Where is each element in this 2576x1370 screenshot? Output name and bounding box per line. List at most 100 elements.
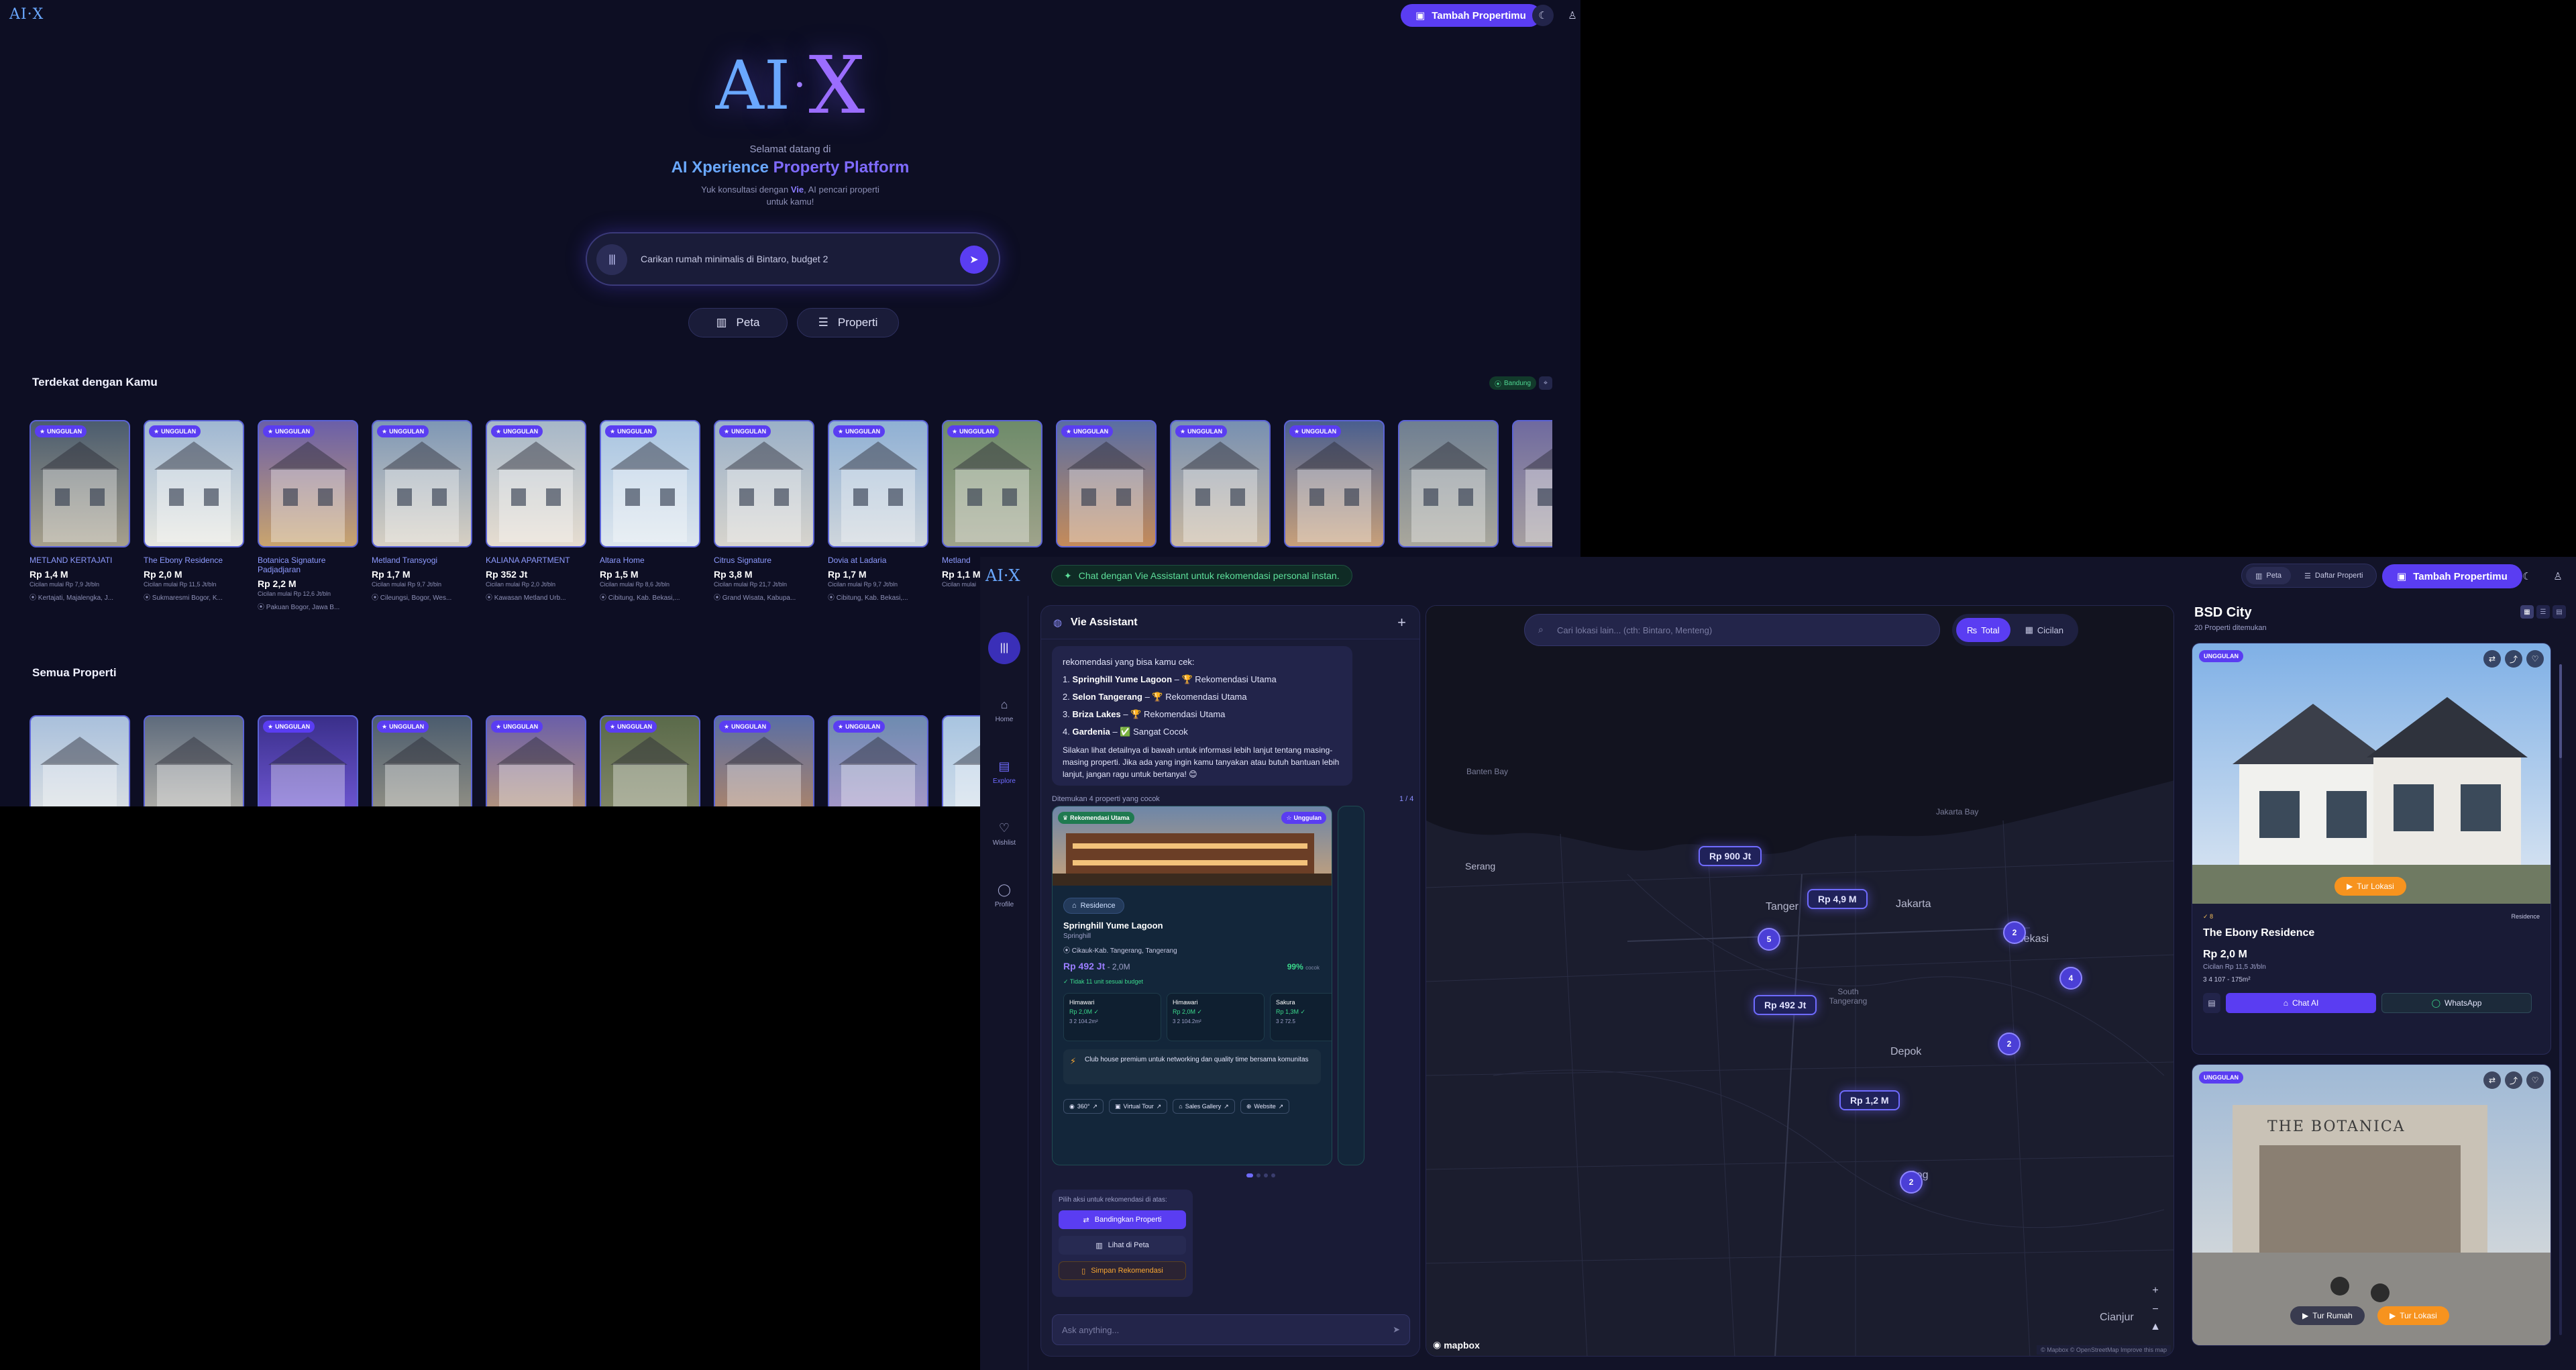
home-chat-input[interactable]: ||| Carikan rumah minimalis di Bintaro, … [586,232,1000,286]
zoom-in-icon[interactable]: + [2147,1282,2164,1300]
tour-360-button[interactable]: ◉ 360° ↗ [1063,1099,1104,1114]
property-card[interactable]: ★ UNGGULAN [600,715,700,806]
heart-icon[interactable]: ♡ [2526,650,2544,668]
property-button[interactable]: ☰ Properti [797,308,899,337]
compass-icon[interactable]: ▲ [2147,1318,2164,1336]
property-card[interactable]: ★ UNGGULAN [1284,420,1385,556]
property-card[interactable]: ★ UNGGULAN [486,715,586,806]
map-cluster[interactable]: 5 [1758,928,1780,951]
website-button[interactable]: ⊕ Website ↗ [1240,1099,1290,1114]
property-card[interactable]: ★ UNGGULAN KALIANA APARTMENT Rp 352 Jt Cicil… [486,420,586,602]
home-tour-button[interactable]: ▶ Tur Rumah [2290,1306,2365,1325]
result-card[interactable]: THE BOTANICA UNGGULAN ⇄ ⤴ ♡ ▶ Tur Rumah ▶ Tu… [2192,1064,2551,1346]
share-icon[interactable]: ⤴ [2505,650,2522,668]
property-card[interactable]: ★ UNGGULAN Citrus Signature Rp 3,8 M Cicilan… [714,420,814,602]
map-app-logo[interactable]: AI·X [985,566,1020,585]
property-card[interactable]: ★ UNGGULAN The Ebony Residence Rp 2,0 M Cici… [144,420,244,602]
new-chat-icon[interactable]: + [1397,614,1406,631]
map-add-property-button[interactable]: ▣ Tambah Propertimu [2382,564,2522,588]
price-pin[interactable]: Rp 4,9 M [1807,889,1868,909]
location-tour-button[interactable]: ▶ Tur Lokasi [2334,877,2406,896]
property-card[interactable]: ★ UNGGULAN Botanica Signature Padjadjaran R… [258,420,358,611]
external-link-icon: ↗ [1224,1102,1229,1110]
property-card[interactable] [1512,420,1552,556]
property-card[interactable]: ★ UNGGULAN [828,715,928,806]
user-icon: ◯ [997,883,1012,896]
map-search-input[interactable]: ⌕ Cari lokasi lain... (cth: Bintaro, Ment… [1524,614,1940,646]
zoom-out-icon[interactable]: − [2147,1301,2164,1318]
recommendation-card[interactable]: ♛ Rekomendasi Utama ☆ Unggulan ⌂ Residence … [1052,806,1332,1165]
map-cluster[interactable]: 4 [2059,967,2082,990]
virtual-tour-button[interactable]: ▣ Virtual Tour ↗ [1109,1099,1168,1114]
nav-profile[interactable]: ◯ Profile [980,883,1028,908]
grid-view-icon[interactable]: ▦ [2520,605,2534,619]
total-option[interactable]: ₨ Total [1956,618,2010,642]
unit-card[interactable]: Himawari Rp 2,0M ✓ 3 2 104.2m² [1063,993,1161,1041]
map-cluster[interactable]: 2 [1900,1171,1923,1194]
map-cluster[interactable]: 2 [2003,921,2026,944]
whatsapp-button[interactable]: ◯ WhatsApp [2381,993,2532,1013]
view-map-option[interactable]: ▥ Peta [2246,567,2292,584]
list-view-icon[interactable]: ☰ [2536,605,2550,619]
whatsapp-label: WhatsApp [2445,998,2482,1008]
add-property-button[interactable]: ▣ Tambah Propertimu [1401,4,1541,27]
property-card[interactable] [30,715,130,806]
view-list-option[interactable]: ☰ Daftar Properti [2295,567,2372,584]
nav-home[interactable]: ⌂ Home [980,698,1028,723]
heart-icon[interactable]: ♡ [2526,1071,2544,1089]
theme-toggle-icon[interactable]: ☾ [1532,5,1554,26]
property-card[interactable]: ★ UNGGULAN [258,715,358,806]
property-card[interactable]: ★ UNGGULAN Dovia at Ladaria Rp 1,7 M Cicilan… [828,420,928,602]
save-recommendation-button[interactable]: ▯ Simpan Rekomendasi [1059,1261,1186,1280]
installment-option[interactable]: ▦ Cicilan [2015,618,2074,642]
user-icon[interactable]: ♙ [2547,566,2569,587]
tile-view-icon[interactable]: ▤ [2553,605,2566,619]
assistant-hub-icon[interactable]: ||| [988,632,1020,664]
property-card[interactable]: ★ UNGGULAN [372,715,472,806]
carousel-dots[interactable] [1246,1173,1275,1177]
property-card[interactable]: ★ UNGGULAN [714,715,814,806]
app-logo[interactable]: AI·X [9,6,44,23]
property-card[interactable]: ★ UNGGULAN Metland Transyogi Rp 1,7 M Cicila… [372,420,472,602]
document-icon[interactable]: ▤ [2203,993,2220,1013]
theme-toggle-icon[interactable]: ☾ [2516,566,2538,587]
property-card[interactable]: ★ UNGGULAN Altara Home Rp 1,5 M Cicilan mula… [600,420,700,602]
compare-icon[interactable]: ⇄ [2483,650,2501,668]
vie-hint-banner[interactable]: ✦ Chat dengan Vie Assistant untuk rekomen… [1051,565,1352,586]
location-tour-button[interactable]: ▶ Tur Lokasi [2377,1306,2449,1325]
locate-icon[interactable]: ⌖ [1539,376,1552,390]
next-recommendation-card[interactable] [1338,806,1364,1165]
chat-ai-button[interactable]: ⌂ Chat AI [2226,993,2376,1013]
nav-explore[interactable]: ▤ Explore [980,759,1028,785]
property-card[interactable]: ★ UNGGULAN METLAND KERTAJATI Rp 1,4 M Cicila… [30,420,130,602]
location-badge[interactable]: ⦿ Bandung [1489,376,1537,390]
property-card[interactable]: ★ UNGGULAN [1056,420,1157,556]
map-canvas[interactable]: ⌕ Cari lokasi lain... (cth: Bintaro, Ment… [1426,605,2174,1357]
results-scrollbar[interactable] [2559,664,2562,1335]
compare-button[interactable]: ⇄ Bandingkan Properti [1059,1210,1186,1229]
compare-icon[interactable]: ⇄ [2483,1071,2501,1089]
price-pin[interactable]: Rp 1,2 M [1839,1090,1900,1110]
result-card[interactable]: UNGGULAN ⇄ ⤴ ♡ ▶ Tur Lokasi ✓ 8 Residence Th… [2192,643,2551,1055]
send-icon[interactable]: ➤ [960,246,988,274]
ask-input[interactable]: Ask anything... ➤ [1052,1314,1410,1345]
price-pin[interactable]: Rp 492 Jt [1754,995,1817,1015]
share-icon[interactable]: ⤴ [2505,1071,2522,1089]
price-pin[interactable]: Rp 900 Jt [1699,846,1762,866]
featured-badge: ★ UNGGULAN [833,425,885,437]
map-attribution[interactable]: © Mapbox © OpenStreetMap Improve this ma… [2037,1345,2171,1355]
view-map-button[interactable]: ▥ Lihat di Peta [1059,1236,1186,1255]
unit-card[interactable]: Sakura Rp 1,3M ✓ 3 2 72.5 [1270,993,1332,1041]
property-card[interactable] [1398,420,1499,556]
user-icon[interactable]: ♙ [1562,5,1580,26]
nav-wishlist[interactable]: ♡ Wishlist [980,821,1028,847]
map-button[interactable]: ▥ Peta [688,308,788,337]
sales-gallery-button[interactable]: ⌂ Sales Gallery ↗ [1173,1099,1235,1114]
badge-label: UNGGULAN [1187,428,1223,435]
unit-card[interactable]: Himawari Rp 2,0M ✓ 3 2 104.2m² [1167,993,1265,1041]
map-cluster[interactable]: 2 [1998,1033,2021,1055]
property-card[interactable] [144,715,244,806]
property-card[interactable]: ★ UNGGULAN [1170,420,1271,556]
send-icon[interactable]: ➤ [1393,1324,1400,1335]
voice-wave-icon[interactable]: ||| [596,244,627,275]
